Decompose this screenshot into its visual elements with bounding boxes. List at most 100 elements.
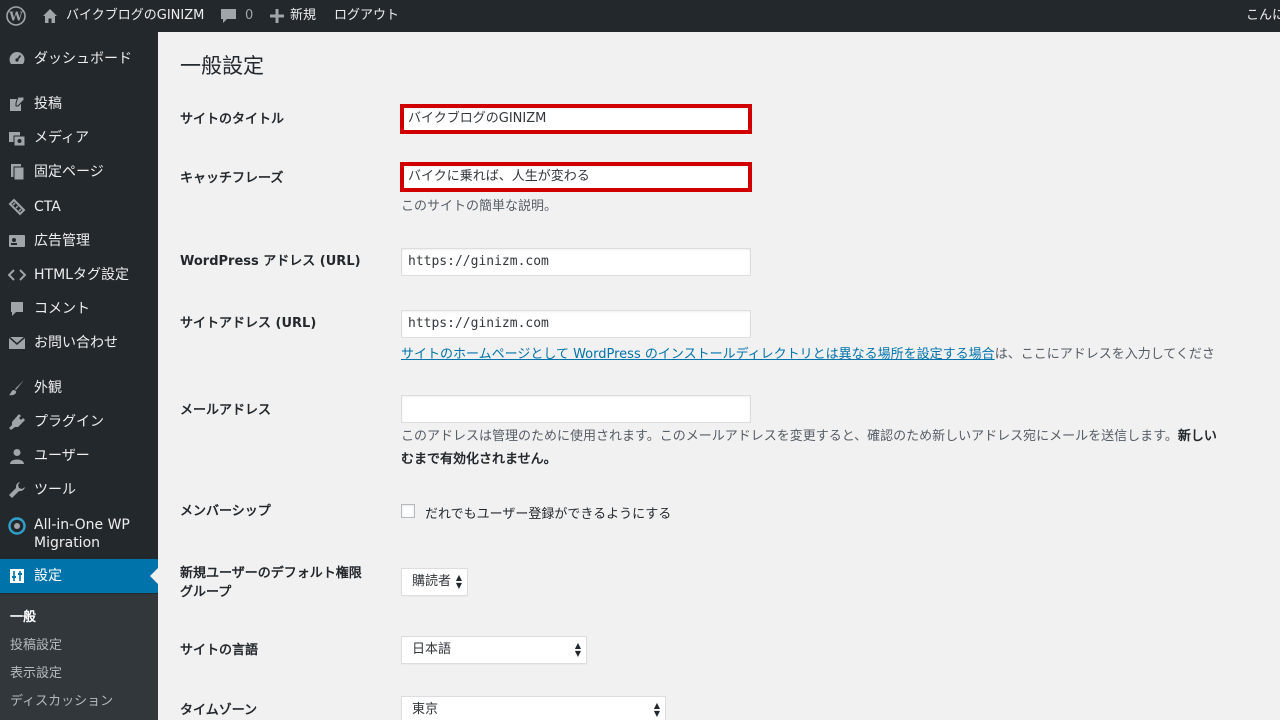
site-name: バイクブログのGINIZM xyxy=(66,8,205,23)
select-arrows-icon: ▲ ▼ xyxy=(653,701,660,718)
sidebar-item-label: 設定 xyxy=(34,568,62,584)
settings-submenu: 一般 投稿設定 表示設定 ディスカッション xyxy=(0,594,158,720)
email-description-bold-line2: むまで有効化されません。 xyxy=(401,452,557,467)
sidebar-item-label: ユーザー xyxy=(34,448,90,464)
site-language-value: 日本語 xyxy=(412,642,452,657)
tagline-label: キャッチフレーズ xyxy=(180,171,284,186)
email-label: メールアドレス xyxy=(180,403,272,418)
new-content-link[interactable]: 新規 xyxy=(270,0,316,32)
default-role-value: 購読者 xyxy=(412,574,452,589)
dashboard-icon xyxy=(7,49,27,69)
migration-icon xyxy=(7,516,27,536)
sidebar-item-plugins[interactable]: プラグイン xyxy=(0,412,158,432)
wrench-icon xyxy=(7,480,27,500)
page-icon xyxy=(7,162,27,182)
greeting-text: こんに xyxy=(1246,8,1280,23)
default-role-select[interactable]: 購読者 ▲ ▼ xyxy=(401,568,468,596)
sidebar-item-label: CTA xyxy=(34,199,61,215)
sidebar-item-media[interactable]: メディア xyxy=(0,128,158,148)
membership-checkbox-label[interactable]: だれでもユーザー登録ができるようにする xyxy=(425,503,671,522)
main-content: 一般設定 サイトのタイトル バイクブログのGINIZM キャッチフレーズ バイク… xyxy=(158,32,1280,720)
code-icon xyxy=(7,265,27,285)
sidebar-item-label: コメント xyxy=(34,301,90,317)
wordpress-address-input[interactable]: https://ginizm.com xyxy=(401,248,751,276)
email-description-line1: このアドレスは管理のために使用されます。このメールアドレスを変更すると、確認のた… xyxy=(401,426,1217,448)
timezone-label: タイムゾーン xyxy=(180,703,258,718)
email-description-line2: むまで有効化されません。 xyxy=(401,449,557,471)
sidebar-item-tools[interactable]: ツール xyxy=(0,480,158,500)
site-address-help-link[interactable]: サイトのホームページとして WordPress のインストールディレクトリとは異… xyxy=(401,347,995,362)
sidebar-item-label: 固定ページ xyxy=(34,164,104,180)
sidebar-item-all-in-one-wp-migration[interactable]: All-in-One WP Migration xyxy=(0,514,158,554)
comment-icon xyxy=(7,299,27,319)
default-role-label-line2: グループ xyxy=(180,585,232,600)
sidebar-item-dashboard[interactable]: ダッシュボード xyxy=(0,49,158,69)
new-label: 新規 xyxy=(290,8,317,23)
membership-label: メンバーシップ xyxy=(180,504,271,519)
mail-icon xyxy=(7,333,27,353)
site-language-select[interactable]: 日本語 ▲ ▼ xyxy=(401,636,587,664)
sidebar-item-label: 外観 xyxy=(34,380,62,396)
sidebar-item-ads[interactable]: 広告管理 xyxy=(0,231,158,251)
sidebar-item-cta[interactable]: CTA xyxy=(0,197,158,217)
site-address-description-rest: は、ここにアドレスを入力してくださ xyxy=(994,347,1215,362)
ad-icon xyxy=(7,231,27,251)
sidebar-item-label: メディア xyxy=(34,130,90,146)
brush-icon xyxy=(7,378,27,398)
tagline-input[interactable]: バイクに乗れば、人生が変わる xyxy=(400,162,752,192)
media-icon xyxy=(7,128,27,148)
membership-checkbox[interactable] xyxy=(401,504,415,518)
admin-bar: W バイクブログのGINIZM 0 新規 ログアウト こんに xyxy=(0,0,1280,32)
email-description-text: このアドレスは管理のために使用されます。このメールアドレスを変更すると、確認のた… xyxy=(401,429,1178,444)
settings-icon xyxy=(7,566,27,586)
sidebar-item-posts[interactable]: 投稿 xyxy=(0,94,158,114)
migration-label-line2: Migration xyxy=(34,535,101,551)
logout-link[interactable]: ログアウト xyxy=(334,0,399,32)
wordpress-address-label: WordPress アドレス (URL) xyxy=(180,254,361,269)
timezone-select[interactable]: 東京 ▲ ▼ xyxy=(401,696,666,720)
sidebar-item-users[interactable]: ユーザー xyxy=(0,446,158,466)
sidebar-item-appearance[interactable]: 外観 xyxy=(0,378,158,398)
comments-count: 0 xyxy=(245,8,254,23)
sidebar-item-settings[interactable]: 設定 xyxy=(0,559,158,593)
email-description-bold: 新しい xyxy=(1177,429,1217,444)
sidebar-item-label: 広告管理 xyxy=(34,233,90,249)
sidebar-item-comments[interactable]: コメント xyxy=(0,299,158,319)
default-role-label: 新規ユーザーのデフォルト権限 グループ xyxy=(180,564,362,602)
sidebar-item-contact[interactable]: お問い合わせ xyxy=(0,333,158,353)
plugin-icon xyxy=(7,412,27,432)
user-icon xyxy=(7,446,27,466)
site-address-label: サイトアドレス (URL) xyxy=(180,316,317,331)
timezone-value: 東京 xyxy=(412,702,439,717)
submenu-item-general[interactable]: 一般 xyxy=(10,606,36,625)
site-address-description: サイトのホームページとして WordPress のインストールディレクトリとは異… xyxy=(401,344,1215,366)
sidebar-item-label: ダッシュボード xyxy=(34,51,132,67)
sidebar-item-label: All-in-One WP Migration xyxy=(34,516,130,552)
site-home-link[interactable]: バイクブログのGINIZM xyxy=(42,0,204,32)
sidebar-item-label: 投稿 xyxy=(34,96,62,112)
site-language-label: サイトの言語 xyxy=(180,643,259,658)
svg-text:W: W xyxy=(8,10,23,24)
select-arrows-icon: ▲ ▼ xyxy=(574,641,581,658)
submenu-item-writing[interactable]: 投稿設定 xyxy=(10,634,62,653)
email-input[interactable] xyxy=(401,395,751,423)
plus-icon xyxy=(270,9,284,23)
sidebar-item-label: プラグイン xyxy=(34,414,104,430)
logout-label: ログアウト xyxy=(334,8,400,23)
submenu-item-discussion[interactable]: ディスカッション xyxy=(10,690,113,709)
pin-icon xyxy=(7,94,27,114)
migration-label-line1: All-in-One WP xyxy=(34,517,130,533)
sidebar-item-html-tags[interactable]: HTMLタグ設定 xyxy=(0,265,158,285)
default-role-label-line1: 新規ユーザーのデフォルト権限 xyxy=(180,566,362,581)
comments-link[interactable]: 0 xyxy=(220,0,253,32)
site-title-input[interactable]: バイクブログのGINIZM xyxy=(400,104,752,134)
admin-sidebar: ダッシュボード 投稿 メディア 固定ページ CTA 広告管理 HTMLタグ設定 … xyxy=(0,32,158,720)
user-greeting[interactable]: こんに xyxy=(1246,0,1280,32)
sidebar-item-label: お問い合わせ xyxy=(34,335,118,351)
page-title: 一般設定 xyxy=(180,54,264,78)
sidebar-item-pages[interactable]: 固定ページ xyxy=(0,162,158,182)
submenu-item-reading[interactable]: 表示設定 xyxy=(10,662,62,681)
wordpress-logo-icon[interactable]: W xyxy=(6,0,26,32)
site-title-label: サイトのタイトル xyxy=(180,112,285,127)
site-address-input[interactable]: https://ginizm.com xyxy=(401,310,751,338)
